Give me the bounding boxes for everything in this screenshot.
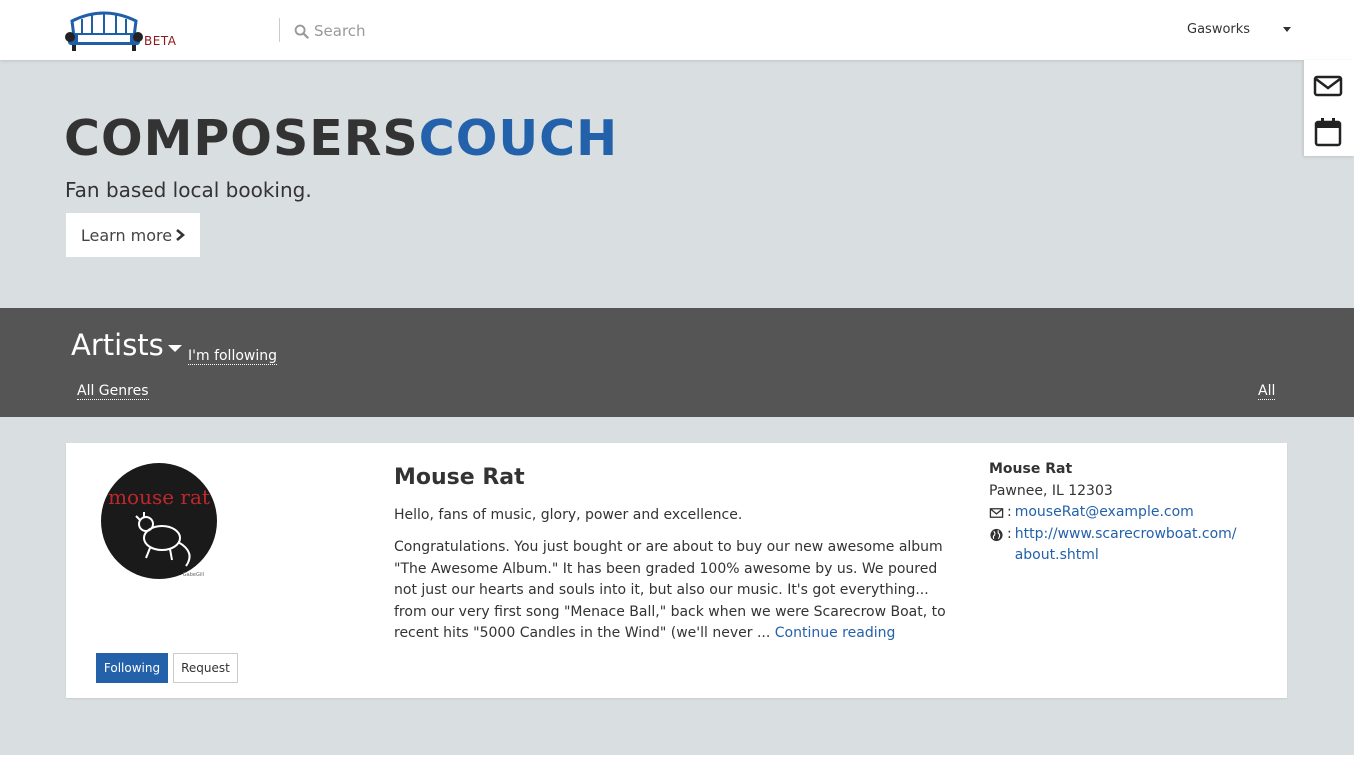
nav-divider [279, 18, 280, 42]
artist-name[interactable]: Mouse Rat [394, 465, 525, 490]
caret-down-icon [167, 344, 182, 352]
search-input[interactable] [314, 22, 614, 40]
contact-email-link[interactable]: mouseRat@example.com [1015, 502, 1194, 524]
im-following-link[interactable]: I'm following [188, 348, 278, 365]
contact-website-row: : http://www.scarecrowboat.com/about.sht… [989, 524, 1239, 567]
footer-strip [0, 755, 1354, 767]
envelope-icon [989, 508, 1004, 518]
website-separator: : [1007, 525, 1012, 542]
avatar-logo-text: mouse rat [108, 485, 210, 509]
artist-contact: Mouse Rat Pawnee, IL 12303 : mouseRat@ex… [989, 459, 1239, 567]
artist-card: mouse rat GabeGill Following Request Mou… [66, 443, 1287, 698]
hero-title-part2: COUCH [418, 110, 619, 167]
globe-icon [990, 528, 1003, 541]
hero-title-part1: COMPOSERS [64, 110, 419, 167]
beta-badge: BETA [144, 34, 177, 48]
search-box [294, 22, 614, 40]
artist-avatar[interactable]: mouse rat GabeGill [100, 462, 218, 580]
artist-filter-bar: Artists I'm following All Genres All [0, 308, 1354, 417]
hero-title: COMPOSERSCOUCH [64, 110, 618, 167]
couch-logo-icon[interactable] [64, 9, 144, 51]
contact-location: Pawnee, IL 12303 [989, 482, 1113, 499]
learn-more-label: Learn more [80, 225, 173, 245]
artists-dropdown[interactable]: Artists [71, 328, 182, 362]
navbar: BETA Gasworks [0, 0, 1354, 60]
side-dock [1304, 60, 1354, 156]
avatar-signature: GabeGill [183, 572, 204, 578]
hero-tagline: Fan based local booking. [65, 178, 312, 202]
contact-website-link[interactable]: http://www.scarecrowboat.com/about.shtml [1015, 524, 1239, 567]
continue-reading-link[interactable]: Continue reading [775, 625, 896, 641]
contact-email-row: : mouseRat@example.com [989, 502, 1239, 524]
hero-section: COMPOSERSCOUCH Fan based local booking. … [0, 60, 1354, 308]
request-button[interactable]: Request [173, 653, 238, 683]
following-button[interactable]: Following [96, 653, 168, 683]
envelope-icon[interactable] [1312, 70, 1344, 102]
caret-down-icon [1283, 27, 1291, 32]
search-icon [294, 24, 309, 39]
user-menu-label: Gasworks [1187, 22, 1251, 37]
artist-intro: Hello, fans of music, glory, power and e… [394, 507, 743, 523]
artists-title-label: Artists [71, 328, 164, 362]
email-separator: : [1007, 504, 1012, 520]
all-genres-link[interactable]: All Genres [77, 383, 149, 400]
learn-more-button[interactable]: Learn more [66, 213, 200, 257]
contact-name: Mouse Rat [989, 461, 1073, 477]
chevron-right-icon [176, 229, 186, 241]
user-menu-dropdown[interactable]: Gasworks [1187, 22, 1291, 37]
artist-bio: Congratulations. You just bought or are … [394, 537, 959, 645]
calendar-icon[interactable] [1312, 116, 1344, 148]
all-filter-link[interactable]: All [1258, 383, 1276, 400]
